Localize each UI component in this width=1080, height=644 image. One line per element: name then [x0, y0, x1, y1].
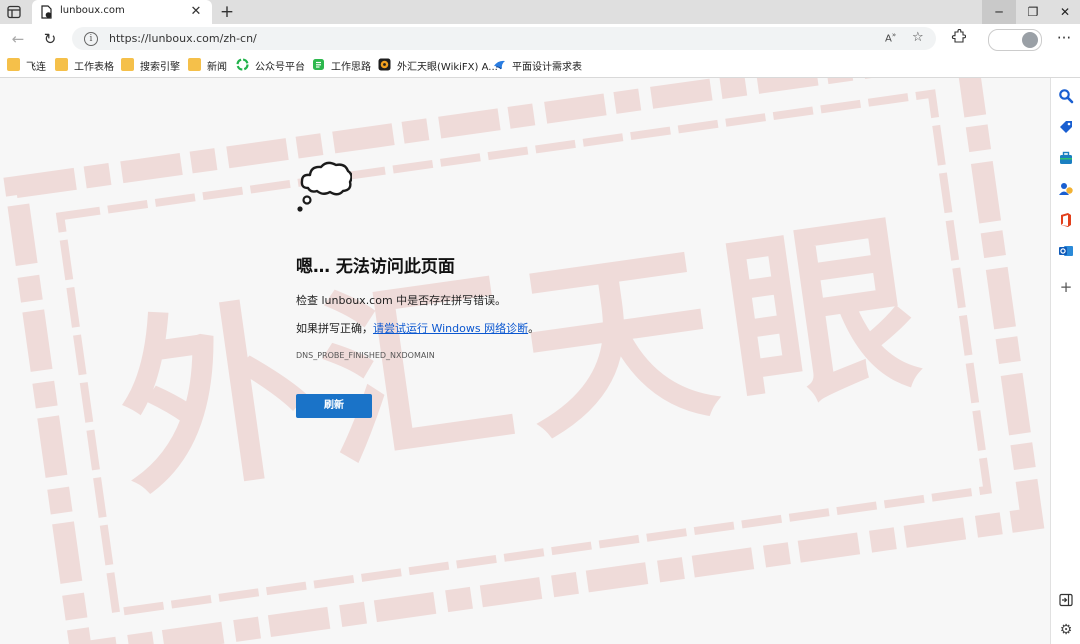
- close-tab-icon[interactable]: ✕: [188, 4, 204, 20]
- shopping-tag-icon[interactable]: [1058, 119, 1074, 135]
- url-text[interactable]: https://lunboux.com/zh-cn/: [109, 32, 257, 45]
- tab-title: lunboux.com: [60, 5, 125, 16]
- more-menu-button[interactable]: ···: [1054, 29, 1074, 49]
- bookmark-label: 工作思路: [331, 62, 371, 73]
- profile-button[interactable]: [988, 29, 1042, 51]
- error-hint-diagnostics: 如果拼写正确，请尝试运行 Windows 网络诊断。: [296, 320, 539, 336]
- read-aloud-icon[interactable]: A»: [885, 31, 896, 44]
- error-title: 嗯… 无法访问此页面: [296, 257, 455, 277]
- bookmarks-bar: 飞连 工作表格 搜索引擎 新闻 公众号平台 工作思路 外汇天眼(WikiFX): [0, 53, 1080, 78]
- network-diagnostics-link[interactable]: 请尝试运行 Windows 网络诊断: [373, 322, 528, 335]
- refresh-button[interactable]: 刷新: [296, 394, 372, 418]
- reload-button[interactable]: ↻: [40, 29, 60, 49]
- mindmap-icon: [313, 59, 324, 70]
- bookmark-label: 搜索引擎: [140, 62, 180, 73]
- minimize-button[interactable]: ─: [982, 0, 1016, 24]
- wechat-icon: [236, 58, 249, 71]
- watermark-stamp: 外汇天眼: [3, 78, 1045, 644]
- error-code: DNS_PROBE_FINISHED_NXDOMAIN: [296, 351, 435, 360]
- avatar: [1022, 32, 1038, 48]
- tab-strip: lunboux.com ✕ + ─ ❐ ✕: [0, 0, 1080, 24]
- hide-sidebar-icon[interactable]: [1058, 592, 1074, 608]
- folder-icon: [121, 58, 134, 71]
- tab-actions-icon[interactable]: [6, 4, 22, 20]
- bookmark-label: 工作表格: [74, 62, 114, 73]
- bookmark-label: 公众号平台: [255, 62, 305, 73]
- hint-suffix: 。: [528, 322, 540, 335]
- tools-icon[interactable]: [1058, 150, 1074, 166]
- folder-icon: [188, 58, 201, 71]
- address-bar[interactable]: i https://lunboux.com/zh-cn/ A» ☆: [72, 27, 936, 50]
- games-people-icon[interactable]: [1058, 181, 1074, 197]
- browser-tab[interactable]: lunboux.com ✕: [32, 0, 212, 24]
- add-sidebar-app-icon[interactable]: +: [1058, 279, 1074, 295]
- bookmark-label: 外汇天眼(WikiFX) A...: [397, 62, 498, 73]
- wikifx-icon: [378, 58, 391, 71]
- bookmark-label: 新闻: [207, 62, 227, 73]
- folder-icon: [7, 58, 20, 71]
- hint-prefix: 如果拼写正确，: [296, 322, 373, 335]
- bookmark-label: 飞连: [26, 62, 46, 73]
- thought-cloud-icon: [297, 161, 352, 212]
- site-info-icon[interactable]: i: [84, 32, 98, 46]
- search-icon[interactable]: [1058, 88, 1074, 104]
- sidebar-settings-gear-icon[interactable]: ⚙: [1058, 622, 1074, 638]
- navigation-bar: ← ↻ i https://lunboux.com/zh-cn/ A» ☆: [0, 24, 1080, 53]
- bird-icon: [494, 60, 505, 70]
- page-content: 外汇天眼 嗯… 无法访问此页面 检查 lunboux.com 中是否存在拼写错误…: [0, 78, 1050, 644]
- watermark-text: 外汇天眼: [105, 191, 944, 523]
- office-icon[interactable]: [1058, 212, 1074, 228]
- close-window-button[interactable]: ✕: [1048, 0, 1080, 24]
- error-hint-spelling: 检查 lunboux.com 中是否存在拼写错误。: [296, 294, 507, 307]
- bookmark-label: 平面设计需求表: [512, 62, 582, 73]
- edge-sidebar: + ⚙: [1050, 78, 1080, 644]
- restore-button[interactable]: ❐: [1016, 0, 1050, 24]
- page-broken-icon: [41, 5, 52, 19]
- folder-icon: [55, 58, 68, 71]
- outlook-icon[interactable]: [1058, 243, 1074, 259]
- back-button[interactable]: ←: [8, 29, 28, 49]
- new-tab-button[interactable]: +: [218, 3, 236, 21]
- add-favorite-icon[interactable]: ☆: [912, 30, 924, 45]
- extensions-icon[interactable]: [950, 29, 966, 45]
